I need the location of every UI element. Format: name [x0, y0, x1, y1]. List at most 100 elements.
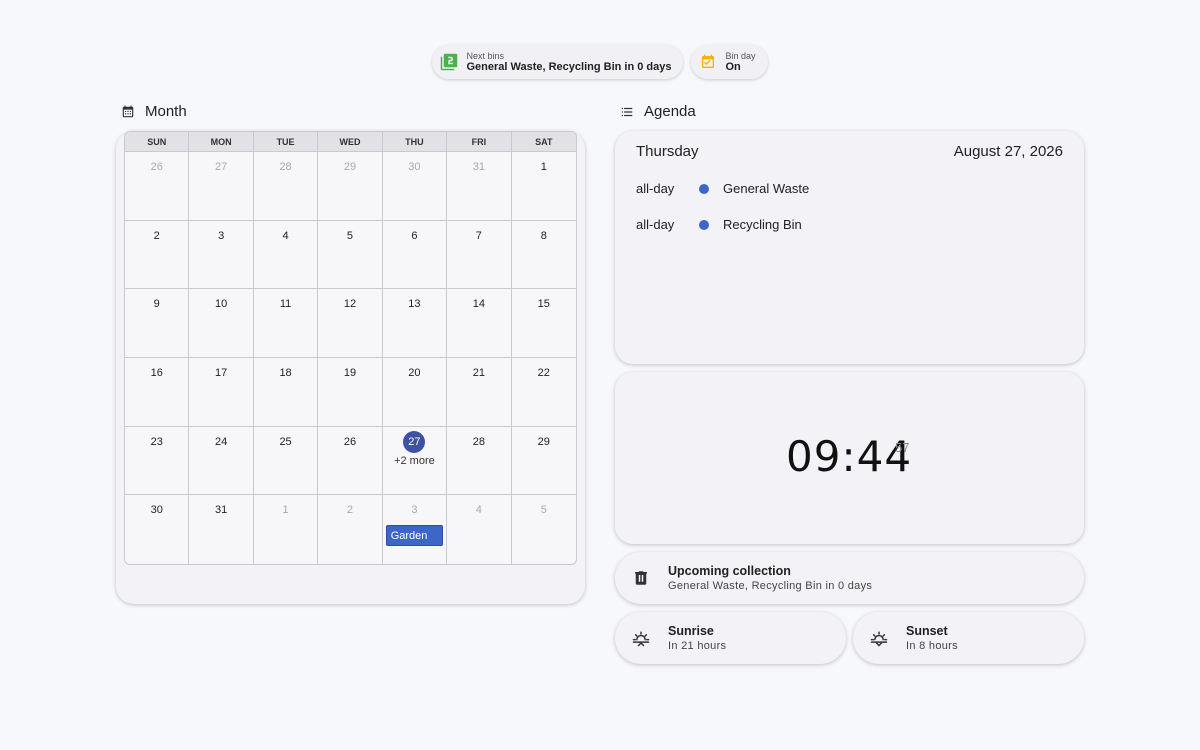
calendar-day-cell[interactable]: 17 — [189, 357, 254, 427]
day-number: 27 — [403, 430, 426, 453]
calendar-day-cell[interactable]: 18 — [253, 357, 319, 427]
calendar-day-cell[interactable]: 19 — [318, 357, 383, 427]
calendar-day-cell[interactable]: 27 — [189, 152, 254, 221]
day-number: 26 — [150, 161, 163, 173]
event-color-dot — [699, 219, 709, 230]
calendar-day-cell[interactable]: 21 — [447, 357, 512, 427]
day-number: 15 — [537, 298, 550, 311]
calendar-day-cell[interactable]: 4 — [447, 495, 512, 564]
calendar-day-cell[interactable]: 26 — [125, 152, 190, 221]
day-number: 10 — [215, 298, 228, 311]
calendar-day-cell[interactable]: 22 — [511, 358, 576, 427]
sunset-icon — [869, 628, 889, 648]
agenda-event[interactable]: all-day Recycling Bin — [636, 217, 802, 232]
calendar-day-cell[interactable]: 2 — [125, 220, 190, 290]
day-number: 6 — [411, 229, 418, 242]
day-number: 4 — [282, 229, 289, 242]
clock-seconds: 57 — [895, 440, 910, 455]
calendar-day-cell[interactable]: 29 — [318, 152, 383, 221]
day-number: 18 — [279, 366, 292, 379]
calendar-day-cell[interactable]: 11 — [253, 289, 319, 358]
chip-label: Next bins — [466, 50, 505, 61]
calendar-icon — [121, 105, 135, 119]
calendar-day-cell[interactable]: 28 — [447, 426, 512, 496]
day-number: 17 — [215, 366, 228, 379]
day-number: 26 — [343, 435, 357, 448]
calendar-day-cell[interactable]: 31 — [189, 495, 254, 564]
calendar-day-cell[interactable]: 9 — [125, 289, 190, 358]
calendar-event[interactable]: Garden — [385, 525, 444, 547]
calendar-day-cell[interactable]: 2 — [318, 495, 383, 564]
weekday-header: SAT — [511, 132, 576, 152]
day-number: 31 — [215, 504, 228, 517]
calendar-day-cell[interactable]: 16 — [125, 357, 190, 427]
calendar-day-cell[interactable]: 26 — [318, 426, 383, 496]
day-number: 28 — [472, 435, 485, 448]
day-number: 2 — [153, 229, 160, 242]
calendar-day-cell[interactable]: 1 — [511, 152, 576, 221]
calendar-day-cell[interactable]: 28 — [253, 152, 319, 221]
calendar-day-cell[interactable]: 5 — [318, 220, 383, 290]
calendar-day-cell[interactable]: 24 — [189, 426, 254, 496]
clock-time: 09:44 — [786, 432, 913, 481]
tile-subtitle: In 8 hours — [906, 639, 958, 652]
sunrise-tile[interactable]: Sunrise In 21 hours — [615, 612, 846, 664]
calendar-day-cell[interactable]: 25 — [253, 426, 319, 496]
calendar-day-cell[interactable]: 5 — [512, 495, 576, 564]
tile-title: Upcoming collection — [668, 563, 791, 578]
sunset-tile[interactable]: Sunset In 8 hours — [853, 612, 1084, 664]
day-number: 7 — [475, 229, 482, 242]
tile-title: Sunset — [906, 623, 948, 638]
calendar-day-cell[interactable]: 12 — [318, 289, 383, 358]
agenda-event-time: all-day — [636, 181, 675, 196]
calendar-day-cell[interactable]: 23 — [125, 426, 190, 496]
day-number: 14 — [472, 298, 485, 311]
day-number: 3 — [218, 229, 225, 242]
day-number: 29 — [343, 161, 357, 173]
day-number: 28 — [279, 161, 292, 173]
agenda-event[interactable]: all-day General Waste — [636, 181, 809, 196]
calendar-day-cell[interactable]: 6 — [382, 220, 448, 290]
agenda-heading-label: Agenda — [644, 103, 696, 120]
agenda-date: August 27, 2026 — [953, 143, 1063, 160]
weekday-header: THU — [382, 132, 448, 152]
day-number: 1 — [282, 504, 289, 517]
calendar-day-cell[interactable]: 29 — [511, 427, 576, 496]
tile-title: Sunrise — [668, 623, 714, 638]
calendar-day-cell[interactable]: 3 Garden — [383, 495, 448, 564]
chip-label: Bin day — [725, 50, 756, 61]
numbered-bin-icon — [440, 53, 458, 71]
trash-icon — [631, 568, 651, 588]
calendar-day-cell[interactable]: 27 +2 more — [382, 426, 448, 496]
more-events-link[interactable]: +2 more — [394, 455, 435, 467]
calendar-day-cell[interactable]: 7 — [447, 220, 512, 290]
calendar-day-cell[interactable]: 20 — [382, 357, 448, 427]
upcoming-collection-tile[interactable]: Upcoming collection General Waste, Recyc… — [615, 552, 1084, 604]
calendar-day-cell[interactable]: 10 — [189, 289, 254, 358]
month-heading-label: Month — [145, 103, 187, 120]
calendar-day-cell[interactable]: 30 — [382, 152, 448, 221]
calendar-day-cell[interactable]: 4 — [253, 220, 319, 290]
calendar-day-cell[interactable]: 30 — [125, 495, 190, 564]
day-number: 9 — [153, 298, 160, 311]
next-bins-chip[interactable]: Next bins General Waste, Recycling Bin i… — [432, 45, 684, 79]
day-number: 31 — [472, 161, 485, 173]
day-number: 3 — [411, 504, 418, 517]
day-number: 22 — [537, 366, 550, 379]
weekday-header: FRI — [447, 132, 512, 152]
day-number: 4 — [475, 504, 482, 517]
tile-subtitle: General Waste, Recycling Bin in 0 days — [668, 579, 873, 592]
bin-day-chip[interactable]: Bin day On — [691, 45, 768, 79]
day-number: 29 — [537, 435, 550, 448]
day-number: 11 — [279, 298, 292, 311]
calendar-day-cell[interactable]: 13 — [382, 289, 448, 358]
calendar-day-cell[interactable]: 8 — [511, 221, 576, 290]
calendar-day-cell[interactable]: 1 — [254, 495, 319, 564]
clock-card: 09:44 57 — [615, 372, 1084, 544]
calendar-day-cell[interactable]: 31 — [447, 152, 512, 221]
day-number: 5 — [540, 504, 547, 517]
calendar-day-cell[interactable]: 3 — [189, 220, 254, 290]
calendar-day-cell[interactable]: 14 — [447, 289, 512, 358]
agenda-event-title: Recycling Bin — [723, 217, 802, 232]
calendar-day-cell[interactable]: 15 — [511, 289, 576, 358]
